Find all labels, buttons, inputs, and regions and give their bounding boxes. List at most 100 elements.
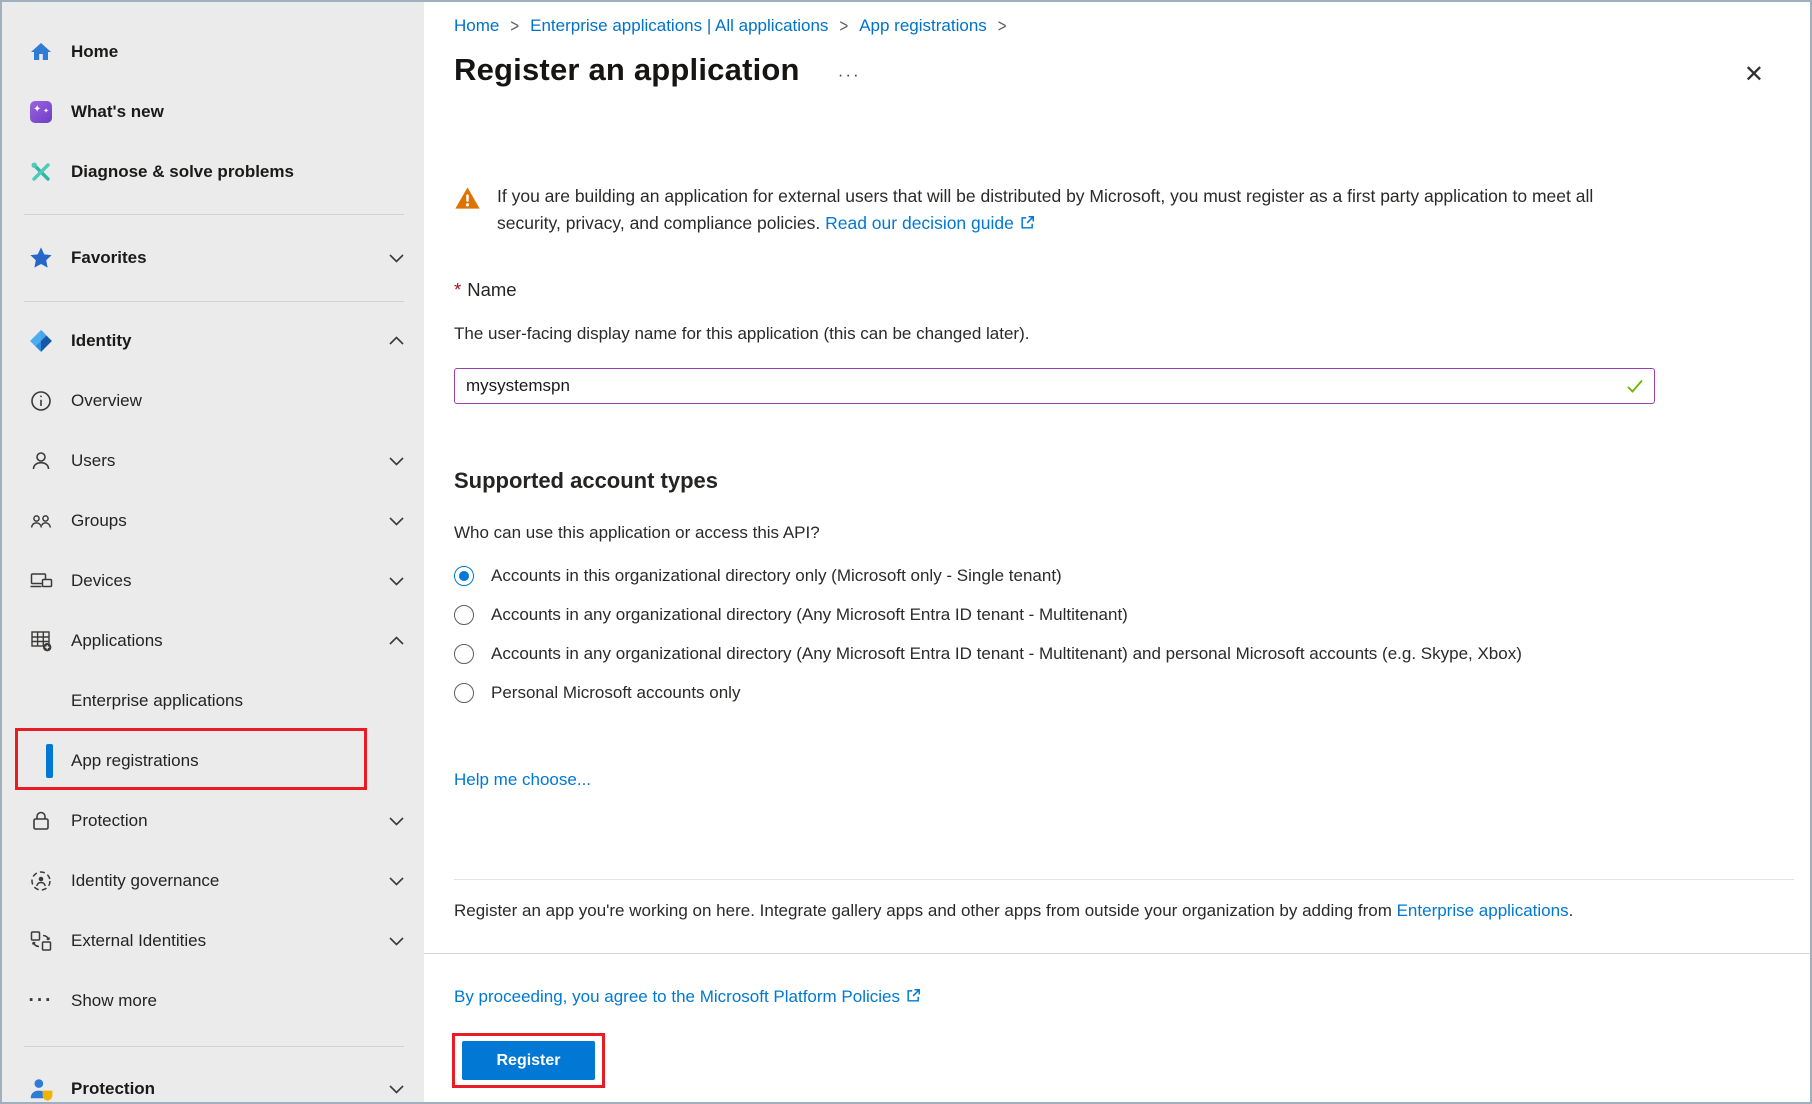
register-button[interactable]: Register: [462, 1041, 595, 1080]
sidebar-item-applications[interactable]: Applications: [2, 611, 424, 671]
sidebar-item-whats-new[interactable]: ✦✦ What's new: [2, 82, 424, 142]
identity-diamond-icon: [28, 328, 54, 354]
sidebar-divider: [24, 301, 404, 302]
breadcrumb-link-enterprise-applications[interactable]: Enterprise applications | All applicatio…: [530, 16, 828, 36]
sidebar-item-label: External Identities: [71, 931, 206, 951]
sidebar-item-app-registrations[interactable]: App registrations: [2, 731, 424, 791]
sidebar-item-label: App registrations: [71, 751, 199, 771]
breadcrumb-link-home[interactable]: Home: [454, 16, 499, 36]
breadcrumb-separator: >: [510, 15, 519, 36]
external-identities-icon: [28, 928, 54, 954]
policies-line: By proceeding, you agree to the Microsof…: [454, 987, 922, 1009]
chevron-down-icon[interactable]: [389, 1079, 404, 1099]
chevron-down-icon[interactable]: [389, 248, 404, 268]
chevron-down-icon[interactable]: [389, 571, 404, 591]
platform-policies-link[interactable]: By proceeding, you agree to the Microsof…: [454, 987, 900, 1006]
chevron-down-icon[interactable]: [389, 451, 404, 471]
account-types-question: Who can use this application or access t…: [454, 523, 820, 543]
show-more-ellipsis-icon: ···: [28, 988, 54, 1014]
overview-info-icon: [28, 388, 54, 414]
sidebar-item-home[interactable]: Home: [2, 22, 424, 82]
selected-indicator-bar: [46, 744, 53, 778]
breadcrumb-link-app-registrations[interactable]: App registrations: [859, 16, 987, 36]
groups-icon: [28, 508, 54, 534]
chevron-down-icon[interactable]: [389, 931, 404, 951]
chevron-down-icon[interactable]: [389, 811, 404, 831]
external-link-icon: [905, 987, 922, 1009]
chevron-up-icon[interactable]: [389, 331, 404, 351]
radio-option-single-tenant[interactable]: Accounts in this organizational director…: [454, 563, 1522, 589]
sidebar-item-diagnose[interactable]: Diagnose & solve problems: [2, 142, 424, 202]
sidebar-item-favorites[interactable]: Favorites: [2, 228, 424, 288]
sidebar-item-label: Protection: [71, 1079, 155, 1099]
sidebar-item-label: Identity: [71, 331, 131, 351]
page-title: Register an application: [454, 52, 800, 88]
sidebar-divider: [24, 1046, 404, 1047]
decision-guide-link[interactable]: Read our decision guide: [825, 213, 1014, 233]
radio-button[interactable]: [454, 683, 474, 703]
users-icon: [28, 448, 54, 474]
radio-button[interactable]: [454, 605, 474, 625]
sidebar-item-label: Favorites: [71, 248, 147, 268]
sidebar: Home ✦✦ What's new Diagnose & solve prob…: [2, 2, 424, 1102]
diagnose-tools-icon: [28, 159, 54, 185]
sidebar-item-label: Users: [71, 451, 115, 471]
sidebar-item-protection[interactable]: Protection: [2, 791, 424, 851]
sidebar-item-label: Devices: [71, 571, 131, 591]
devices-icon: [28, 568, 54, 594]
breadcrumb: Home > Enterprise applications | All app…: [454, 16, 1018, 36]
section-divider: [454, 879, 1794, 880]
protection-person-shield-icon: [28, 1076, 54, 1102]
main-panel: Home > Enterprise applications | All app…: [424, 2, 1812, 1102]
sidebar-item-devices[interactable]: Devices: [2, 551, 424, 611]
radio-button[interactable]: [454, 566, 474, 586]
whats-new-icon: ✦✦: [28, 99, 54, 125]
sidebar-item-enterprise-applications[interactable]: Enterprise applications: [2, 671, 424, 731]
more-options-icon[interactable]: ···: [838, 65, 861, 85]
sidebar-item-identity-governance[interactable]: Identity governance: [2, 851, 424, 911]
protection-lock-icon: [28, 808, 54, 834]
sidebar-item-groups[interactable]: Groups: [2, 491, 424, 551]
supported-account-types-heading: Supported account types: [454, 468, 718, 494]
sidebar-item-show-more[interactable]: ··· Show more: [2, 971, 424, 1031]
register-note: Register an app you're working on here. …: [454, 901, 1573, 921]
sidebar-item-label: Diagnose & solve problems: [71, 162, 294, 182]
enterprise-applications-link[interactable]: Enterprise applications: [1397, 901, 1569, 920]
sidebar-item-label: What's new: [71, 102, 164, 122]
sidebar-item-label: Enterprise applications: [71, 691, 243, 711]
radio-option-multitenant[interactable]: Accounts in any organizational directory…: [454, 602, 1522, 628]
home-icon: [28, 39, 54, 65]
sidebar-item-label: Identity governance: [71, 871, 219, 891]
radio-option-multitenant-personal[interactable]: Accounts in any organizational directory…: [454, 641, 1522, 667]
sidebar-item-label: Overview: [71, 391, 142, 411]
sidebar-item-label: Applications: [71, 631, 163, 651]
sidebar-item-identity[interactable]: Identity: [2, 311, 424, 371]
name-field-description: The user-facing display name for this ap…: [454, 324, 1029, 344]
sidebar-item-label: Home: [71, 42, 118, 62]
name-field-label: *Name: [454, 279, 517, 301]
sidebar-item-external-identities[interactable]: External Identities: [2, 911, 424, 971]
name-input[interactable]: [454, 368, 1655, 404]
favorites-star-icon: [28, 245, 54, 271]
footer-divider: [424, 953, 1812, 954]
account-types-radio-group: Accounts in this organizational director…: [454, 563, 1522, 706]
close-icon[interactable]: ✕: [1744, 62, 1764, 88]
radio-button[interactable]: [454, 644, 474, 664]
chevron-down-icon[interactable]: [389, 511, 404, 531]
applications-grid-icon: [28, 628, 54, 654]
sidebar-item-overview[interactable]: Overview: [2, 371, 424, 431]
sidebar-item-users[interactable]: Users: [2, 431, 424, 491]
chevron-up-icon[interactable]: [389, 631, 404, 651]
warning-text: If you are building an application for e…: [497, 183, 1652, 238]
breadcrumb-separator: >: [839, 15, 848, 36]
radio-option-personal-only[interactable]: Personal Microsoft accounts only: [454, 680, 1522, 706]
sidebar-item-label: Show more: [71, 991, 157, 1011]
identity-governance-icon: [28, 868, 54, 894]
app-window: Home ✦✦ What's new Diagnose & solve prob…: [0, 0, 1812, 1104]
sidebar-item-protection-bottom[interactable]: Protection: [2, 1059, 424, 1102]
sidebar-divider: [24, 214, 404, 215]
chevron-down-icon[interactable]: [389, 871, 404, 891]
help-me-choose-link[interactable]: Help me choose...: [454, 770, 591, 790]
checkmark-icon: [1625, 376, 1645, 401]
warning-triangle-icon: [454, 185, 482, 238]
